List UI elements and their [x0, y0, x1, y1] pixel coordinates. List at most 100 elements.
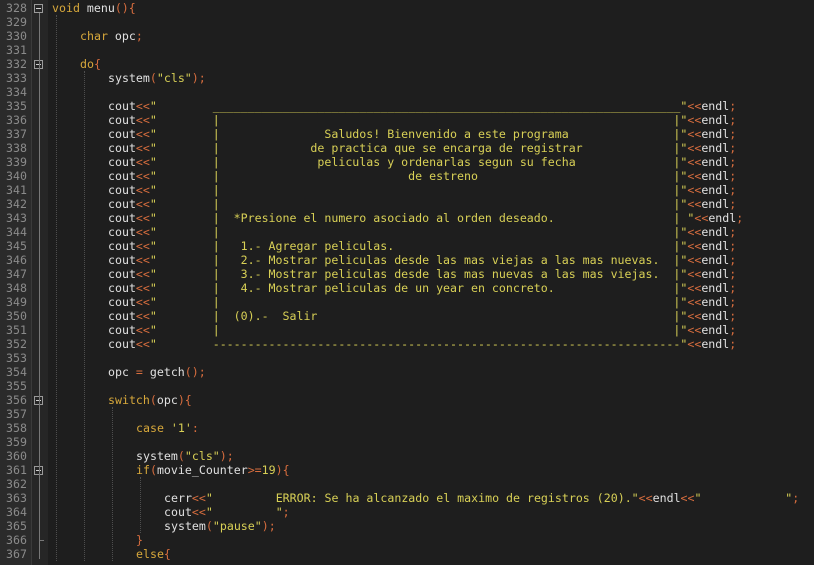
- line-number: 339: [6, 155, 27, 169]
- code-line[interactable]: 341 cout<<" | |"<<endl;: [0, 183, 814, 197]
- code-line[interactable]: 338 cout<<" | de practica que se encarga …: [0, 141, 814, 155]
- code-line[interactable]: 356 switch(opc){: [0, 393, 814, 407]
- line-number: 355: [6, 379, 27, 393]
- code-token: " | *Presione el numero asociado al orde…: [149, 211, 695, 225]
- code-line[interactable]: 363 cerr<<" ERROR: Se ha alcanzado el max…: [0, 491, 814, 505]
- line-number: 361: [6, 463, 27, 477]
- code-token: endl: [701, 267, 730, 281]
- code-token: getch: [142, 365, 185, 379]
- code-token: "cls": [156, 71, 192, 85]
- code-line[interactable]: 349 cout<<" | |"<<endl;: [0, 295, 814, 309]
- code-token: ;: [729, 323, 737, 337]
- code-token: system: [108, 71, 150, 85]
- code-text: else{: [136, 547, 171, 561]
- code-line[interactable]: 352 cout<<" -----------------------------…: [0, 337, 814, 351]
- code-line[interactable]: 333 system("cls");: [0, 71, 814, 85]
- code-line[interactable]: 355: [0, 379, 814, 393]
- code-line[interactable]: 328 void menu(){: [0, 1, 814, 15]
- code-token: endl: [652, 491, 681, 505]
- code-line[interactable]: 366}: [0, 533, 814, 547]
- line-number: 348: [6, 281, 27, 295]
- line-number: 334: [6, 85, 27, 99]
- code-token: endl: [701, 99, 730, 113]
- code-line[interactable]: 348 cout<<" | 4.- Mostrar peliculas de un…: [0, 281, 814, 295]
- code-text: case '1':: [136, 421, 199, 435]
- code-line[interactable]: 350 cout<<" | (0).- Salir |"<<endl;: [0, 309, 814, 323]
- line-number: 351: [6, 323, 27, 337]
- code-token: ;: [729, 337, 737, 351]
- code-line[interactable]: 339 cout<<" | peliculas y ordenarlas segu…: [0, 155, 814, 169]
- code-text: cout<<" | 2.- Mostrar peliculas desde la…: [108, 253, 736, 267]
- code-line[interactable]: 353: [0, 351, 814, 365]
- code-token: {: [93, 57, 101, 71]
- code-token: <<: [135, 295, 150, 309]
- code-token: char: [80, 29, 108, 43]
- code-token: else: [136, 547, 164, 561]
- code-line[interactable]: 330 char opc;: [0, 29, 814, 43]
- line-number: 347: [6, 267, 27, 281]
- code-line[interactable]: 335 cout<<" _____________________________…: [0, 99, 814, 113]
- code-line[interactable]: 334: [0, 85, 814, 99]
- code-token: ){: [275, 463, 290, 477]
- code-token: "cls": [184, 449, 220, 463]
- code-token: cout: [108, 337, 136, 351]
- code-line[interactable]: 337 cout<<" | Saludos! Bienvenido a este …: [0, 127, 814, 141]
- code-token: <<: [687, 183, 702, 197]
- code-line[interactable]: 357: [0, 407, 814, 421]
- code-token: menu: [79, 1, 115, 15]
- code-token: endl: [701, 113, 730, 127]
- code-token: system: [164, 519, 206, 533]
- code-token: endl: [701, 169, 730, 183]
- code-line[interactable]: 344 cout<<" | |"<<endl;: [0, 225, 814, 239]
- code-line[interactable]: 359: [0, 435, 814, 449]
- code-text: switch(opc){: [108, 393, 192, 407]
- code-token: endl: [701, 197, 730, 211]
- code-line[interactable]: 361 if(movie_Counter>=19){: [0, 463, 814, 477]
- code-line[interactable]: 336 cout<<" | |"<<endl;: [0, 113, 814, 127]
- line-number: 345: [6, 239, 27, 253]
- code-token: <<: [135, 169, 150, 183]
- code-line[interactable]: 367 else{: [0, 547, 814, 561]
- line-number: 349: [6, 295, 27, 309]
- code-line[interactable]: 345 cout<<" | 1.- Agregar peliculas. |"<<…: [0, 239, 814, 253]
- code-token: <<: [191, 491, 206, 505]
- code-text: cout<<" | de practica que se encarga de …: [108, 141, 736, 155]
- code-line[interactable]: 343 cout<<" | *Presione el numero asociad…: [0, 211, 814, 225]
- code-token: cout: [108, 169, 136, 183]
- code-line[interactable]: 340 cout<<" | de estreno |"<<endl;: [0, 169, 814, 183]
- code-token: (: [177, 449, 185, 463]
- code-token: ;: [729, 281, 737, 295]
- code-token: " | (0).- Salir |": [149, 309, 688, 323]
- code-line[interactable]: 362: [0, 477, 814, 491]
- code-token: <<: [687, 309, 702, 323]
- code-line[interactable]: 351 cout<<" | |"<<endl;: [0, 323, 814, 337]
- code-line[interactable]: 342 cout<<" | |"<<endl;: [0, 197, 814, 211]
- line-number: 341: [6, 183, 27, 197]
- line-number: 333: [6, 71, 27, 85]
- line-number: 330: [6, 29, 27, 43]
- code-line[interactable]: 360 system("cls");: [0, 449, 814, 463]
- code-text: cout<<" | (0).- Salir |"<<endl;: [108, 309, 736, 323]
- line-number: 344: [6, 225, 27, 239]
- code-line[interactable]: 329: [0, 15, 814, 29]
- code-line[interactable]: 364 cout<<" ";: [0, 505, 814, 519]
- code-line[interactable]: 332 do{: [0, 57, 814, 71]
- code-line[interactable]: 358 case '1':: [0, 421, 814, 435]
- code-token: endl: [701, 225, 730, 239]
- code-line[interactable]: 347 cout<<" | 3.- Mostrar peliculas desde…: [0, 267, 814, 281]
- code-token: <<: [135, 281, 150, 295]
- code-line[interactable]: 365 system("pause");: [0, 519, 814, 533]
- code-token: <<: [135, 183, 150, 197]
- code-token: <<: [687, 197, 702, 211]
- code-token: <<: [638, 491, 653, 505]
- code-text: }: [136, 533, 143, 547]
- code-line[interactable]: 346 cout<<" | 2.- Mostrar peliculas desde…: [0, 253, 814, 267]
- code-token: system: [136, 449, 178, 463]
- code-text: cout<<" | |"<<endl;: [108, 323, 736, 337]
- code-line[interactable]: 331: [0, 43, 814, 57]
- code-line[interactable]: 354 opc = getch();: [0, 365, 814, 379]
- code-text: cout<<" | peliculas y ordenarlas segun s…: [108, 155, 736, 169]
- code-token: ;: [729, 239, 737, 253]
- line-number: 332: [6, 57, 27, 71]
- code-editor[interactable]: 328 void menu(){329 330 char opc; 331 332 do{3…: [0, 0, 814, 565]
